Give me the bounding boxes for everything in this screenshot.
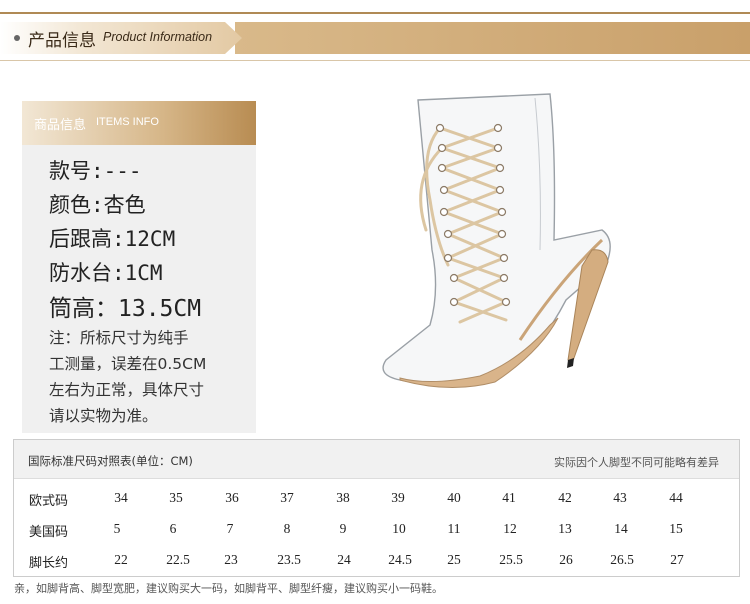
size-cell: 27 [670, 552, 684, 567]
size-cell: 34 [114, 490, 128, 505]
note-line: 请以实物为准。 [49, 407, 158, 425]
size-cell: 26 [559, 552, 573, 567]
spec-platform: 防水台:1CM [49, 261, 163, 285]
size-cell: 23.5 [277, 552, 301, 567]
table-row-us: 美国码 5 6 7 8 9 10 11 12 13 14 15 [14, 515, 739, 545]
size-cell: 44 [669, 490, 683, 505]
size-cell: 15 [669, 521, 683, 536]
size-cell: 12 [503, 521, 517, 536]
size-cell: 35 [169, 490, 183, 505]
spec-style-number: 款号:--- [49, 159, 142, 183]
size-cell: 23 [224, 552, 238, 567]
size-chart-title: 国际标准尺码对照表(单位：CM) [28, 454, 193, 468]
spec-heel-height: 后跟高:12CM [49, 227, 176, 251]
size-cell: 25 [447, 552, 461, 567]
size-cell: 41 [502, 490, 516, 505]
size-cell: 26.5 [610, 552, 634, 567]
bullet-icon [14, 35, 20, 41]
top-divider [0, 12, 750, 14]
size-cell: 24 [337, 552, 351, 567]
size-chart-note: 实际因个人脚型不同可能略有差异 [554, 456, 719, 469]
header-divider [0, 60, 750, 61]
size-cell: 7 [226, 521, 234, 536]
spec-shaft-height: 筒高：13.5CM [49, 296, 202, 322]
size-cell: 40 [447, 490, 461, 505]
size-cell: 39 [391, 490, 405, 505]
size-cell: 14 [614, 521, 628, 536]
size-cell: 37 [280, 490, 294, 505]
size-cell: 25.5 [499, 552, 523, 567]
size-cell: 11 [447, 521, 461, 536]
table-row-foot-length: 脚长约 22 22.5 23 23.5 24 24.5 25 25.5 26 2… [14, 546, 739, 576]
header-band-right [235, 22, 750, 54]
spec-color: 颜色:杏色 [49, 193, 146, 217]
size-cell: 8 [283, 521, 291, 536]
size-cell: 42 [558, 490, 572, 505]
items-info-title-en: ITEMS INFO [96, 116, 159, 128]
size-cell: 43 [613, 490, 627, 505]
row-label: 欧式码 [29, 494, 69, 509]
table-row-eu: 欧式码 34 35 36 37 38 39 40 41 42 43 44 [14, 484, 739, 514]
size-cell: 38 [336, 490, 350, 505]
size-cell: 36 [225, 490, 239, 505]
items-info-title-cn: 商品信息 [34, 118, 87, 133]
size-chart-header: 国际标准尺码对照表(单位：CM) 实际因个人脚型不同可能略有差异 [14, 440, 739, 479]
size-cell: 9 [339, 521, 347, 536]
size-cell: 6 [169, 521, 177, 536]
items-info-header: 商品信息 ITEMS INFO [22, 101, 256, 145]
size-cell: 24.5 [388, 552, 412, 567]
row-label: 脚长约 [29, 556, 69, 571]
note-line: 左右为正常，具体尺寸 [49, 381, 205, 399]
size-cell: 22.5 [166, 552, 190, 567]
size-cell: 22 [114, 552, 128, 567]
sizing-advice-footnote: 亲，如脚背高、脚型宽肥，建议购买大一码，如脚背平、脚型纤瘦，建议购买小一码鞋。 [14, 582, 443, 595]
size-chart-table: 国际标准尺码对照表(单位：CM) 实际因个人脚型不同可能略有差异 欧式码 34 … [13, 439, 740, 577]
measurement-note: 注：所标尺寸为纯手 工测量，误差在0.5CM 左右为正常，具体尺寸 请以实物为准… [49, 325, 254, 429]
section-header: 产品信息 Product Information [0, 22, 750, 54]
size-cell: 13 [558, 521, 572, 536]
items-info-panel: 款号:--- 颜色:杏色 后跟高:12CM 防水台:1CM 筒高：13.5CM … [22, 145, 256, 433]
row-label: 美国码 [29, 525, 69, 540]
header-title-en: Product Information [103, 30, 213, 44]
note-line: 注：所标尺寸为纯手 [49, 329, 189, 347]
product-boot-image [382, 93, 611, 388]
note-line: 工测量，误差在0.5CM [49, 355, 207, 373]
header-title-cn: 产品信息 [28, 31, 96, 51]
size-cell: 5 [113, 521, 121, 536]
size-cell: 10 [392, 521, 406, 536]
